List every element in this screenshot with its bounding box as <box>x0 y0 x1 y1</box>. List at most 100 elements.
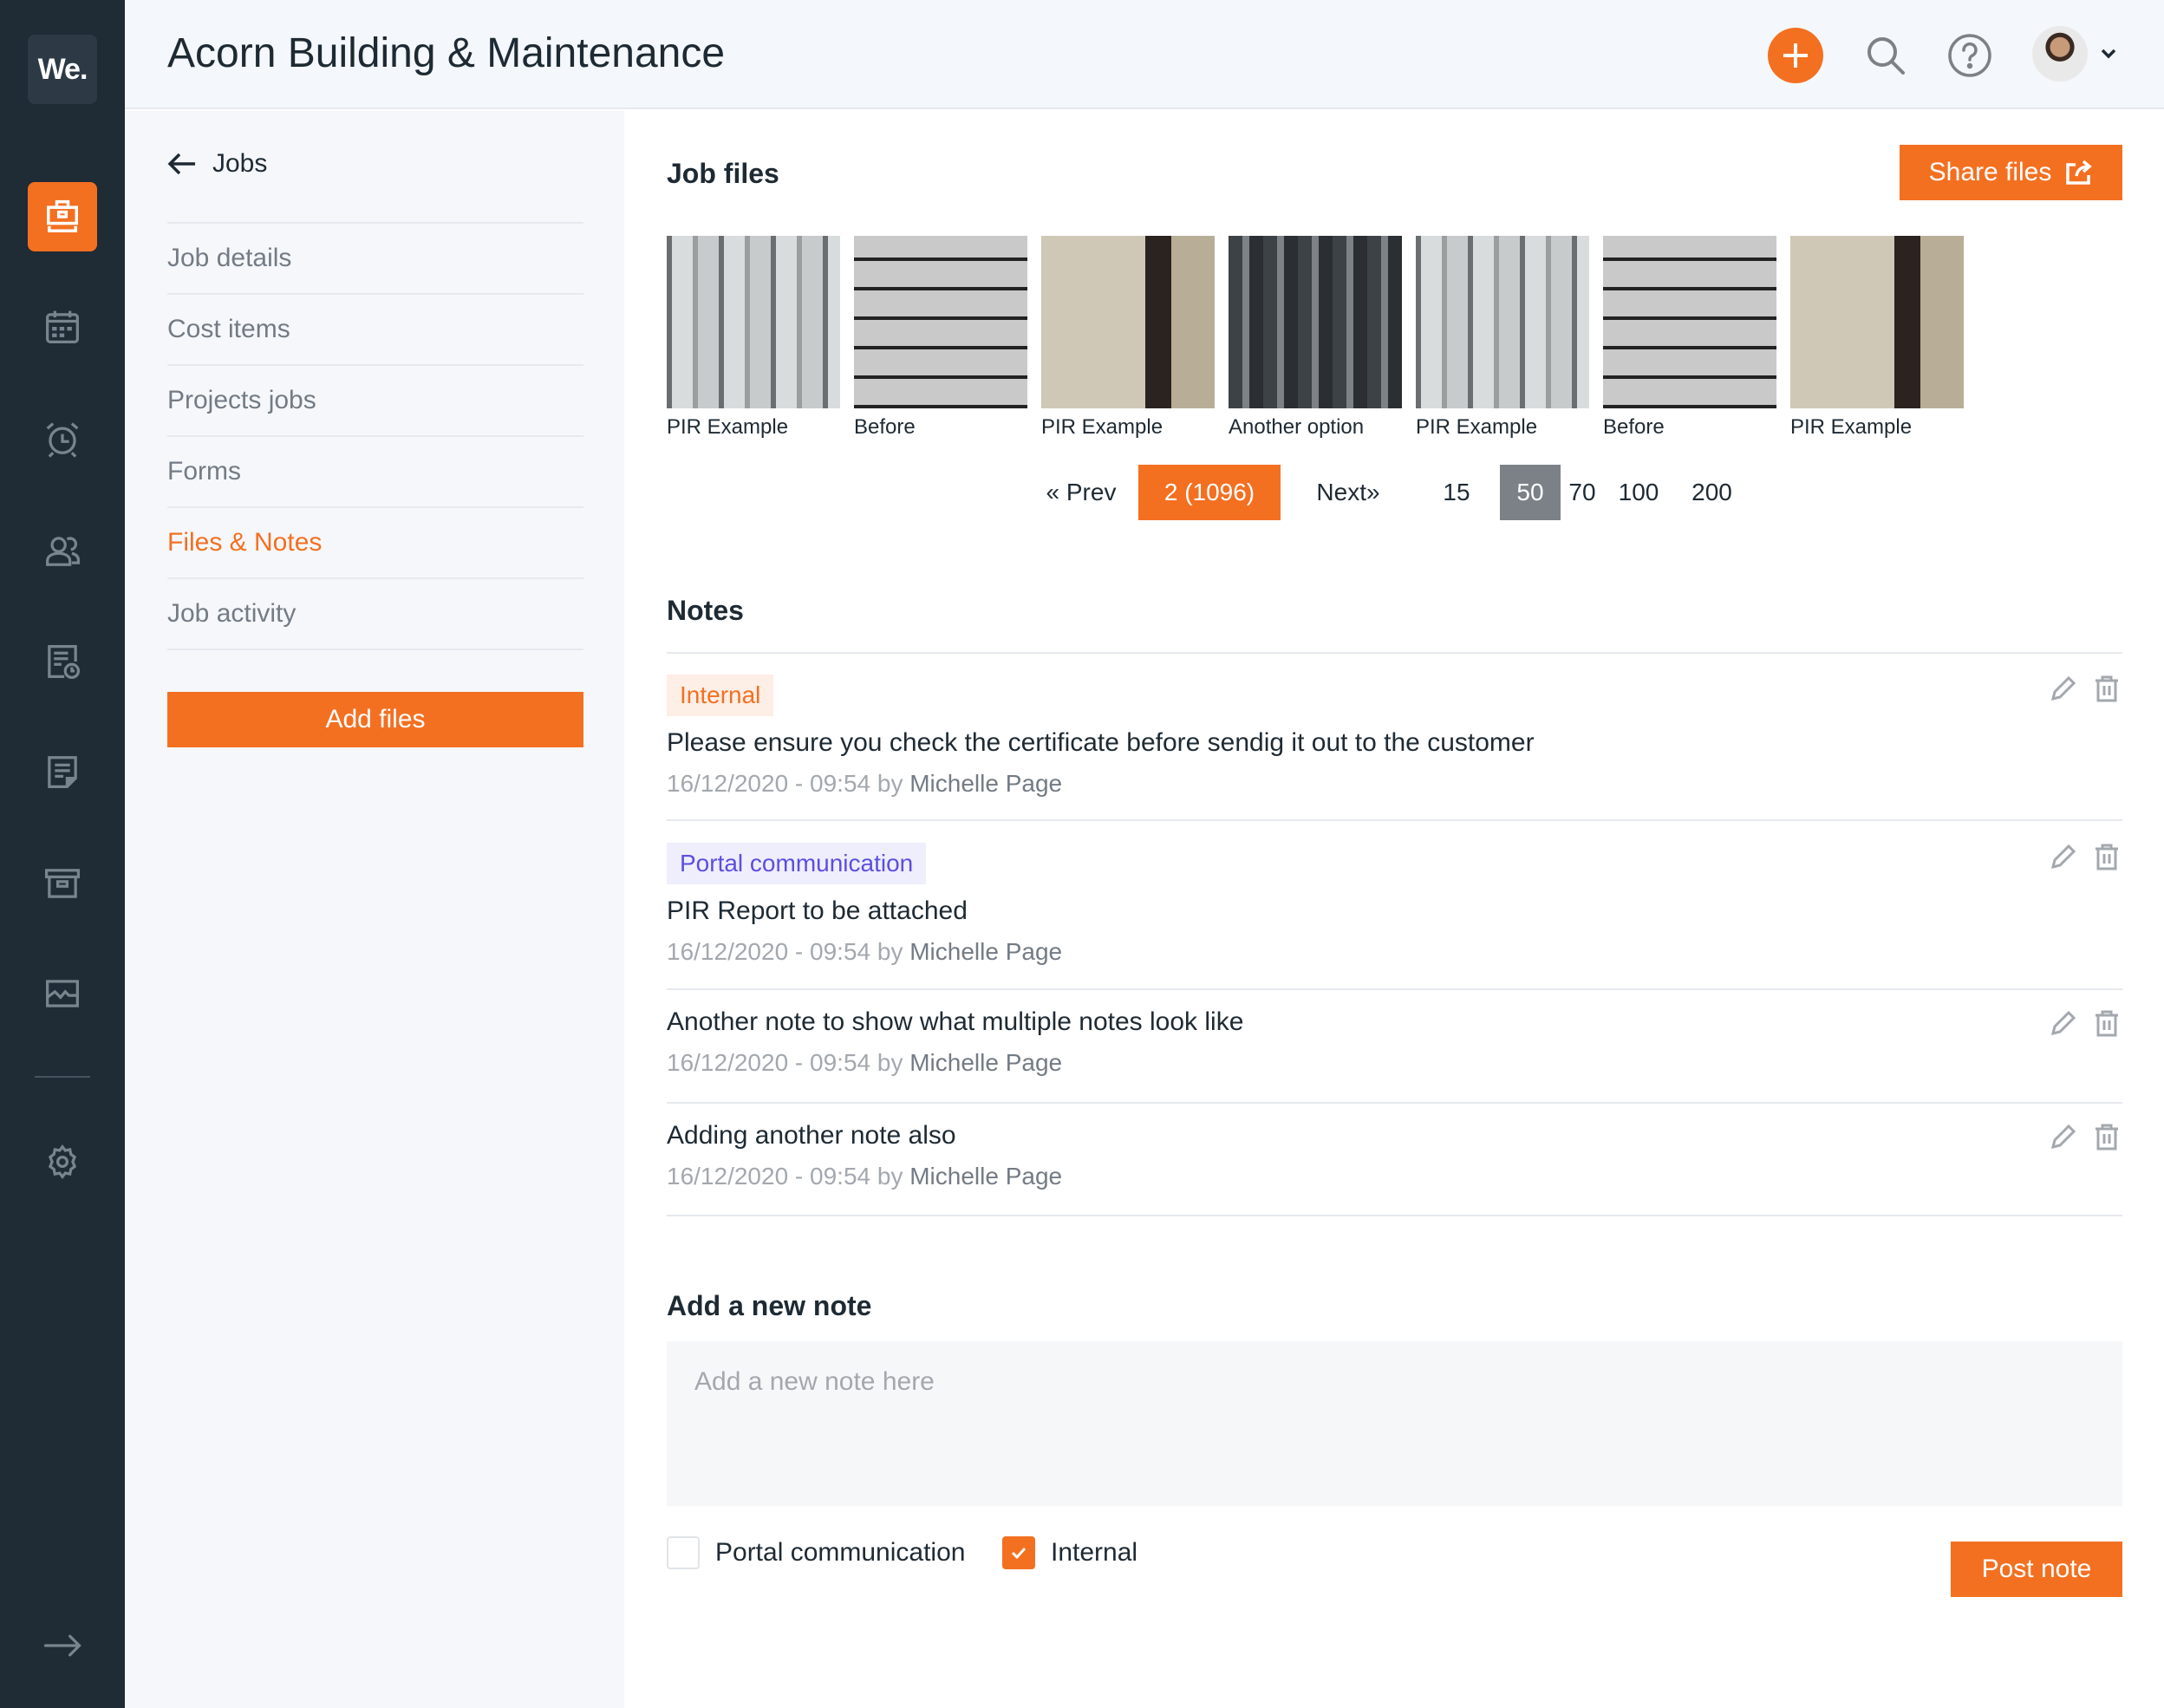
file-image[interactable] <box>1041 236 1215 408</box>
pagination-next[interactable]: Next» <box>1300 465 1396 520</box>
sidebar-divider <box>35 1076 90 1078</box>
subnav-list: Job details Cost items Projects jobs For… <box>167 222 583 650</box>
search-button[interactable] <box>1858 28 1913 83</box>
sidebar-item-archive[interactable] <box>28 849 97 918</box>
file-image[interactable] <box>1229 236 1402 408</box>
gear-icon <box>48 1144 77 1180</box>
file-image[interactable] <box>1790 236 1964 408</box>
note-meta: 16/12/2020 - 09:54 by Michelle Page <box>667 770 2122 798</box>
note-divider <box>667 1102 2122 1104</box>
note-item: Another note to show what multiple notes… <box>667 1007 2122 1077</box>
add-files-button[interactable]: Add files <box>167 692 583 747</box>
file-label: PIR Example <box>1416 415 1538 439</box>
internal-checkbox[interactable]: Internal <box>1002 1536 1137 1569</box>
share-files-label: Share files <box>1928 158 2052 186</box>
trash-icon[interactable] <box>2091 673 2122 704</box>
plus-icon <box>1783 43 1808 68</box>
file-image[interactable] <box>667 236 840 408</box>
page-size-15[interactable]: 15 <box>1426 465 1487 520</box>
edit-pencil-icon[interactable] <box>2048 1007 2079 1039</box>
file-thumbnail[interactable]: Before <box>1603 236 1776 440</box>
note-by: by <box>877 1049 903 1076</box>
add-new-button[interactable] <box>1768 28 1823 83</box>
subnav-item-job-activity[interactable]: Job activity <box>167 579 583 650</box>
file-thumbnail[interactable]: Another option <box>1229 236 1402 440</box>
page-title: Acorn Building & Maintenance <box>167 30 726 76</box>
arrow-left-icon <box>167 153 195 175</box>
subnav-item-files-notes[interactable]: Files & Notes <box>167 508 583 579</box>
chevron-down-icon[interactable] <box>2098 43 2119 64</box>
edit-pencil-icon[interactable] <box>2048 841 2079 872</box>
share-files-button[interactable]: Share files <box>1900 145 2122 200</box>
user-avatar[interactable] <box>2032 26 2088 81</box>
note-actions <box>2048 1007 2122 1039</box>
note-badge-internal: Internal <box>667 675 774 716</box>
sidebar-item-reports[interactable] <box>28 959 97 1028</box>
notes-title: Notes <box>667 595 744 626</box>
page-size-200[interactable]: 200 <box>1675 465 1749 520</box>
edit-pencil-icon[interactable] <box>2048 673 2079 704</box>
sidebar-item-jobs[interactable] <box>28 182 97 251</box>
trash-icon[interactable] <box>2091 1007 2122 1039</box>
file-label: PIR Example <box>1790 415 1913 439</box>
post-note-button[interactable]: Post note <box>1951 1542 2122 1597</box>
file-thumbnail[interactable]: PIR Example <box>667 236 840 440</box>
note-text: Another note to show what multiple notes… <box>667 1007 1244 1036</box>
note-text: Please ensure you check the certificate … <box>667 728 1535 757</box>
sidebar-item-contacts[interactable] <box>28 516 97 585</box>
note-by: by <box>877 1163 903 1190</box>
top-header: Acorn Building & Maintenance <box>125 0 2164 109</box>
page-size-100[interactable]: 100 <box>1608 465 1669 520</box>
file-label: Before <box>854 415 916 439</box>
note-by: by <box>877 770 903 797</box>
file-thumbnail[interactable]: PIR Example <box>1416 236 1589 440</box>
note-meta: 16/12/2020 - 09:54 by Michelle Page <box>667 1163 2122 1190</box>
document-clock-icon <box>48 645 81 680</box>
sidebar-expand-button[interactable] <box>28 1611 97 1680</box>
note-divider <box>667 1215 2122 1216</box>
note-meta: 16/12/2020 - 09:54 by Michelle Page <box>667 938 2122 966</box>
help-circle-icon <box>1948 34 1991 77</box>
pagination-prev[interactable]: « Prev <box>1033 465 1129 520</box>
subnav-item-job-details[interactable]: Job details <box>167 224 583 295</box>
sidebar-item-notes[interactable] <box>28 737 97 806</box>
file-label: Before <box>1603 415 1665 439</box>
sidebar-item-timesheets[interactable] <box>28 627 97 696</box>
activity-chart-icon <box>46 980 79 1007</box>
note-by: by <box>877 938 903 965</box>
file-image[interactable] <box>1603 236 1776 408</box>
portal-checkbox-label: Portal communication <box>715 1538 966 1567</box>
sidebar-item-settings[interactable] <box>28 1127 97 1196</box>
app-logo[interactable]: We. <box>28 35 97 104</box>
file-label: Another option <box>1229 415 1365 439</box>
subnav-item-forms[interactable]: Forms <box>167 437 583 508</box>
internal-checkbox-label: Internal <box>1051 1538 1138 1567</box>
file-thumbnail[interactable]: Before <box>854 236 1027 440</box>
back-to-jobs-link[interactable]: Jobs <box>167 149 267 179</box>
portal-checkbox-box[interactable] <box>667 1536 700 1569</box>
file-thumbnail[interactable]: PIR Example <box>1041 236 1215 440</box>
subnav-item-projects-jobs[interactable]: Projects jobs <box>167 366 583 437</box>
sidebar-item-calendar[interactable] <box>28 292 97 362</box>
trash-icon[interactable] <box>2091 841 2122 872</box>
file-thumbnail[interactable]: PIR Example <box>1790 236 1964 440</box>
job-files-title: Job files <box>667 158 779 189</box>
note-divider <box>667 819 2122 821</box>
back-label: Jobs <box>212 149 268 178</box>
page-size-70[interactable]: 70 <box>1552 465 1613 520</box>
note-icon <box>48 756 77 788</box>
file-image[interactable] <box>854 236 1027 408</box>
file-image[interactable] <box>1416 236 1589 408</box>
new-note-input[interactable] <box>667 1341 2122 1506</box>
portal-communication-checkbox[interactable]: Portal communication <box>667 1536 965 1569</box>
note-item: Adding another note also 16/12/2020 - 09… <box>667 1121 2122 1190</box>
briefcase-icon <box>47 199 78 232</box>
help-button[interactable] <box>1942 28 1998 83</box>
trash-icon[interactable] <box>2091 1121 2122 1152</box>
file-label: PIR Example <box>1041 415 1163 439</box>
pagination-current-page[interactable]: 2 (1096) <box>1138 465 1281 520</box>
internal-checkbox-box[interactable] <box>1002 1536 1035 1569</box>
sidebar-item-reminders[interactable] <box>28 404 97 473</box>
subnav-item-cost-items[interactable]: Cost items <box>167 295 583 366</box>
edit-pencil-icon[interactable] <box>2048 1121 2079 1152</box>
